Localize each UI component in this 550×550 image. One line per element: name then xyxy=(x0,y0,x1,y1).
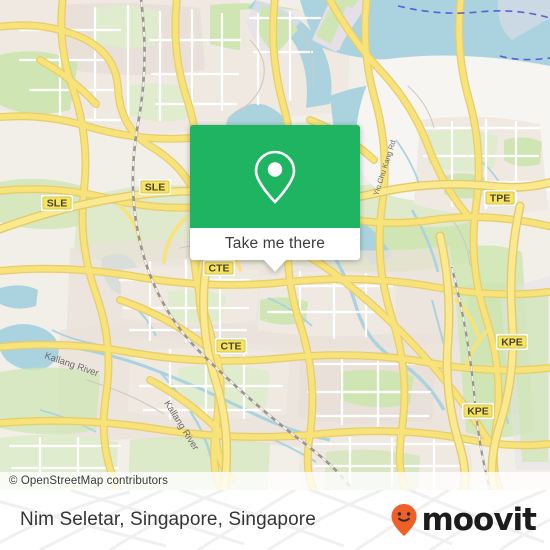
svg-text:KPE: KPE xyxy=(501,337,523,349)
highway-shield-sle-1: SLE xyxy=(41,195,73,211)
highway-shield-kpe-1: KPE xyxy=(496,334,528,350)
highway-shield-kpe-2: KPE xyxy=(462,403,494,419)
moovit-logo[interactable]: moovit xyxy=(390,501,537,538)
take-me-there-button[interactable]: Take me there xyxy=(190,228,360,260)
svg-text:SLE: SLE xyxy=(145,182,165,194)
place-callout-card[interactable]: Take me there xyxy=(190,125,360,272)
svg-text:CTE: CTE xyxy=(221,341,242,353)
svg-text:SLE: SLE xyxy=(47,198,67,210)
moovit-place-card: .wtr { fill:#aad3df; } .wline{ fill:none… xyxy=(0,0,550,550)
callout-icon-panel xyxy=(190,125,360,228)
take-me-there-label: Take me there xyxy=(224,235,326,252)
highway-shield-tpe: TPE xyxy=(484,190,516,206)
callout-pointer xyxy=(264,260,286,272)
highway-shield-sle-2: SLE xyxy=(139,179,171,195)
map-pin-icon xyxy=(254,150,296,204)
highway-shield-cte-2: CTE xyxy=(215,338,247,354)
footer-bar: Nim Seletar, Singapore, Singapore moovit xyxy=(0,490,550,550)
moovit-wordmark: moovit xyxy=(421,501,537,538)
svg-text:TPE: TPE xyxy=(490,193,510,205)
place-title: Nim Seletar, Singapore, Singapore xyxy=(20,509,316,530)
svg-text:KPE: KPE xyxy=(467,406,489,418)
moovit-pin-smiley-icon xyxy=(391,504,418,536)
highway-shield-cte-1: CTE xyxy=(203,260,235,276)
attribution-text: © OpenStreetMap contributors xyxy=(9,475,168,487)
map-attribution-bar: © OpenStreetMap contributors xyxy=(0,472,550,490)
svg-text:CTE: CTE xyxy=(209,263,230,275)
